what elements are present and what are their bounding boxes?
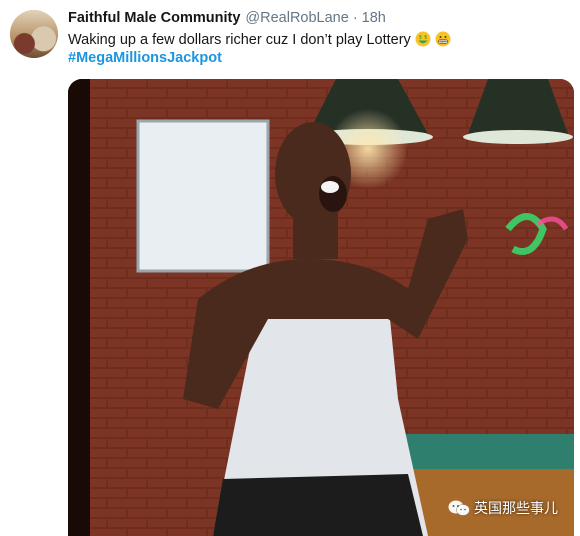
grimacing-face-icon xyxy=(435,31,451,48)
user-avatar[interactable] xyxy=(10,10,58,58)
tweet-text: Waking up a few dollars richer cuz I don… xyxy=(68,31,451,48)
tweet-header: Faithful Male Community @RealRobLane · 1… xyxy=(68,10,386,28)
tweet-media-gif[interactable] xyxy=(68,79,574,536)
user-handle[interactable]: @RealRobLane xyxy=(245,10,348,26)
money-mouth-face-icon: $ $ xyxy=(415,31,435,48)
avatar-image xyxy=(10,10,58,58)
wechat-icon xyxy=(448,500,470,516)
separator-dot: · xyxy=(352,10,358,26)
watermark-text: 英国那些事儿 xyxy=(474,501,558,517)
watermark: 英国那些事儿 xyxy=(448,498,558,518)
tweet-body: Waking up a few dollars richer cuz I don… xyxy=(68,32,411,48)
tweet-card[interactable]: Faithful Male Community @RealRobLane · 1… xyxy=(0,0,580,536)
display-name[interactable]: Faithful Male Community xyxy=(68,10,240,26)
hashtag-line: #MegaMillionsJackpot xyxy=(68,50,222,66)
gif-frame xyxy=(68,79,574,536)
hashtag-link[interactable]: #MegaMillionsJackpot xyxy=(68,50,222,66)
svg-text:$: $ xyxy=(424,34,427,40)
svg-text:$: $ xyxy=(419,34,422,40)
tweet-timestamp[interactable]: 18h xyxy=(362,10,386,26)
